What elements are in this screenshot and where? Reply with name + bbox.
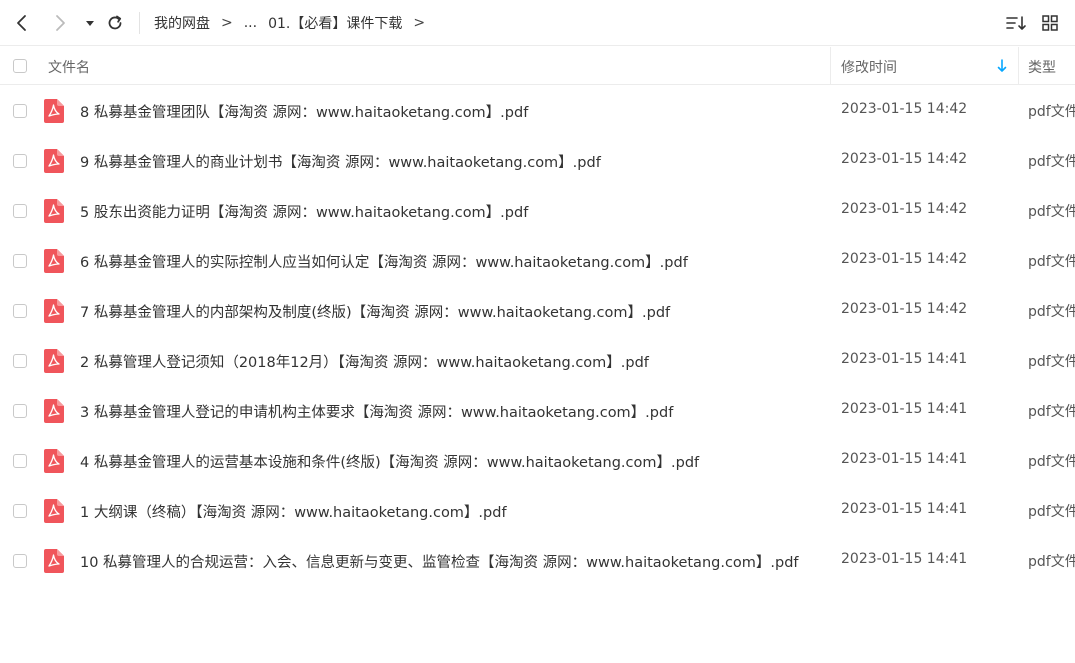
file-name[interactable]: 2 私募管理人登记须知（2018年12月）【海淘资 源网：www.haitaok… (80, 351, 822, 372)
sort-button[interactable] (1004, 11, 1028, 35)
select-all-checkbox[interactable] (13, 59, 27, 73)
back-button[interactable] (10, 11, 34, 35)
pdf-icon (44, 449, 64, 473)
pdf-icon (44, 249, 64, 273)
file-time: 2023-01-15 14:42 (841, 201, 968, 217)
file-type: pdf文件 (1028, 154, 1075, 170)
refresh-icon (108, 15, 122, 30)
file-time: 2023-01-15 14:42 (841, 301, 968, 317)
file-time: 2023-01-15 14:42 (841, 151, 968, 167)
file-type: pdf文件 (1028, 304, 1075, 320)
pdf-icon (44, 99, 64, 123)
file-name[interactable]: 10 私募管理人的合规运营：入会、信息更新与变更、监管检查【海淘资 源网：www… (80, 551, 822, 572)
file-name[interactable]: 1 大纲课（终稿）【海淘资 源网：www.haitaoketang.com】.p… (80, 501, 822, 522)
column-header-name[interactable]: 文件名 (48, 57, 90, 77)
row-checkbox[interactable] (13, 204, 27, 218)
file-name[interactable]: 9 私募基金管理人的商业计划书【海淘资 源网：www.haitaoketang.… (80, 151, 822, 172)
pdf-icon (44, 499, 64, 523)
chevron-right-icon (56, 15, 65, 31)
pdf-icon (44, 399, 64, 423)
file-time: 2023-01-15 14:41 (841, 351, 968, 367)
file-name[interactable]: 7 私募基金管理人的内部架构及制度(终版)【海淘资 源网：www.haitaok… (80, 301, 822, 322)
row-checkbox[interactable] (13, 304, 27, 318)
arrow-down-icon (997, 59, 1007, 72)
file-name[interactable]: 3 私募基金管理人登记的申请机构主体要求【海淘资 源网：www.haitaoke… (80, 401, 822, 422)
table-row[interactable]: 1 大纲课（终稿）【海淘资 源网：www.haitaoketang.com】.p… (0, 486, 1075, 536)
file-type: pdf文件 (1028, 504, 1075, 520)
table-row[interactable]: 7 私募基金管理人的内部架构及制度(终版)【海淘资 源网：www.haitaok… (0, 286, 1075, 336)
row-checkbox[interactable] (13, 354, 27, 368)
file-type: pdf文件 (1028, 454, 1075, 470)
breadcrumb: 我的网盘 > ... 01.【必看】课件下载 > (154, 12, 436, 34)
pdf-icon (44, 149, 64, 173)
pdf-icon (44, 549, 64, 573)
chevron-left-icon (17, 15, 26, 31)
table-row[interactable]: 8 私募基金管理团队【海淘资 源网：www.haitaoketang.com】.… (0, 86, 1075, 136)
row-checkbox[interactable] (13, 454, 27, 468)
history-dropdown-button[interactable] (78, 11, 102, 35)
pdf-icon (44, 349, 64, 373)
table-row[interactable]: 10 私募管理人的合规运营：入会、信息更新与变更、监管检查【海淘资 源网：www… (0, 536, 1075, 586)
file-type: pdf文件 (1028, 104, 1075, 120)
table-row[interactable]: 3 私募基金管理人登记的申请机构主体要求【海淘资 源网：www.haitaoke… (0, 386, 1075, 436)
file-name[interactable]: 5 股东出资能力证明【海淘资 源网：www.haitaoketang.com】.… (80, 201, 822, 222)
file-name[interactable]: 6 私募基金管理人的实际控制人应当如何认定【海淘资 源网：www.haitaok… (80, 251, 822, 272)
file-type: pdf文件 (1028, 254, 1075, 270)
file-type: pdf文件 (1028, 554, 1075, 570)
column-header-type[interactable]: 类型 (1028, 57, 1056, 77)
file-browser: 我的网盘 > ... 01.【必看】课件下载 > 文件名 修改时间 类型 8 私… (0, 0, 1075, 663)
toolbar-divider (139, 12, 140, 34)
file-time: 2023-01-15 14:41 (841, 551, 968, 567)
sort-icon (1006, 16, 1026, 30)
file-time: 2023-01-15 14:41 (841, 451, 968, 467)
file-type: pdf文件 (1028, 404, 1075, 420)
row-checkbox[interactable] (13, 154, 27, 168)
table-row[interactable]: 9 私募基金管理人的商业计划书【海淘资 源网：www.haitaoketang.… (0, 136, 1075, 186)
file-type: pdf文件 (1028, 204, 1075, 220)
file-type: pdf文件 (1028, 354, 1075, 370)
row-checkbox[interactable] (13, 104, 27, 118)
file-time: 2023-01-15 14:41 (841, 401, 968, 417)
breadcrumb-current[interactable]: 01.【必看】课件下载 (268, 13, 402, 33)
row-checkbox[interactable] (13, 254, 27, 268)
column-header-time[interactable]: 修改时间 (841, 57, 897, 77)
file-time: 2023-01-15 14:42 (841, 251, 968, 267)
file-time: 2023-01-15 14:42 (841, 101, 968, 117)
table-row[interactable]: 4 私募基金管理人的运营基本设施和条件(终版)【海淘资 源网：www.haita… (0, 436, 1075, 486)
file-name[interactable]: 8 私募基金管理团队【海淘资 源网：www.haitaoketang.com】.… (80, 101, 822, 122)
breadcrumb-separator: > (413, 15, 426, 31)
column-divider[interactable] (830, 47, 831, 85)
row-checkbox[interactable] (13, 554, 27, 568)
pdf-icon (44, 299, 64, 323)
table-row[interactable]: 5 股东出资能力证明【海淘资 源网：www.haitaoketang.com】.… (0, 186, 1075, 236)
row-checkbox[interactable] (13, 404, 27, 418)
row-checkbox[interactable] (13, 504, 27, 518)
grid-view-button[interactable] (1038, 11, 1062, 35)
pdf-icon (44, 199, 64, 223)
table-row[interactable]: 2 私募管理人登记须知（2018年12月）【海淘资 源网：www.haitaok… (0, 336, 1075, 386)
caret-down-icon (86, 21, 94, 26)
refresh-button[interactable] (103, 11, 127, 35)
table-header: 文件名 修改时间 类型 (0, 47, 1075, 85)
file-name[interactable]: 4 私募基金管理人的运营基本设施和条件(终版)【海淘资 源网：www.haita… (80, 451, 822, 472)
grid-view-icon (1042, 15, 1058, 31)
toolbar: 我的网盘 > ... 01.【必看】课件下载 > (0, 0, 1075, 46)
forward-button[interactable] (48, 11, 72, 35)
breadcrumb-separator: > (221, 15, 233, 31)
column-divider[interactable] (1018, 47, 1019, 85)
table-row[interactable]: 6 私募基金管理人的实际控制人应当如何认定【海淘资 源网：www.haitaok… (0, 236, 1075, 286)
file-time: 2023-01-15 14:41 (841, 501, 968, 517)
breadcrumb-ellipsis[interactable]: ... (244, 15, 257, 31)
breadcrumb-root[interactable]: 我的网盘 (154, 13, 210, 33)
